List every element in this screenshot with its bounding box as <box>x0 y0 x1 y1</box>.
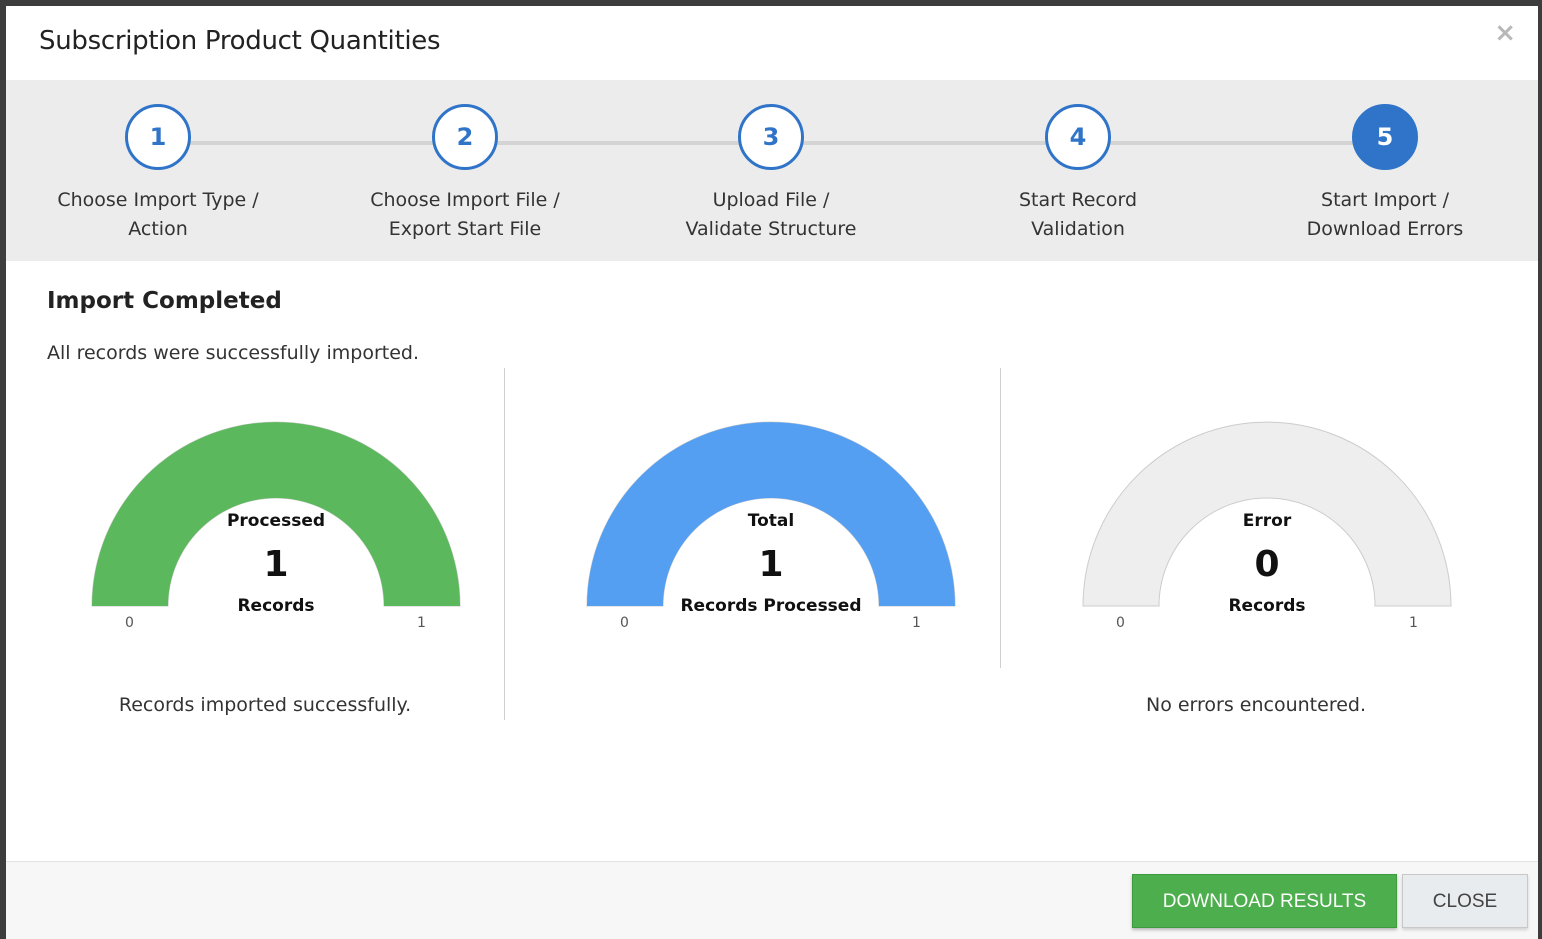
step-label: Choose Import File / Export Start File <box>370 189 560 240</box>
dialog-footer: DOWNLOAD RESULTS CLOSE <box>6 861 1538 939</box>
gauge-caption: Records imported successfully. <box>118 694 412 716</box>
gauge-unit: Records <box>237 596 315 616</box>
gauge-min-label: 0 <box>125 615 134 631</box>
wizard-steps: 1 Choose Import Type / Action 2 Choose I… <box>6 80 1538 261</box>
step-number-badge: 4 <box>1045 104 1111 170</box>
step-number-badge: 2 <box>432 104 498 170</box>
gauge-min-label: 0 <box>620 615 629 631</box>
import-dialog: Subscription Product Quantities × 1 Choo… <box>6 6 1538 939</box>
gauge-max-label: 1 <box>912 615 921 631</box>
gauge-title: Error <box>1242 511 1292 531</box>
gauge-unit: Records Processed <box>680 596 862 616</box>
step-label: Start Import / Download Errors <box>1306 189 1464 240</box>
download-results-button[interactable]: DOWNLOAD RESULTS <box>1132 874 1397 928</box>
gauge-divider <box>504 368 505 720</box>
step-number-badge-active: 5 <box>1352 104 1418 170</box>
step-number-badge: 1 <box>125 104 191 170</box>
step-label: Start Record Validation <box>1018 189 1138 240</box>
gauge-value: 1 <box>263 544 289 585</box>
gauge-value: 0 <box>1254 544 1280 585</box>
gauge-max-label: 1 <box>1409 615 1418 631</box>
gauge-divider <box>1000 368 1001 668</box>
gauge-title: Total <box>747 511 795 531</box>
close-button[interactable]: CLOSE <box>1402 874 1528 928</box>
gauge-min-label: 0 <box>1116 615 1125 631</box>
step-label: Choose Import Type / Action <box>57 189 259 240</box>
dialog-title: Subscription Product Quantities <box>39 26 441 56</box>
step-label: Upload File / Validate Structure <box>685 189 857 240</box>
gauge-caption: No errors encountered. <box>1145 694 1367 716</box>
gauge-max-label: 1 <box>417 615 426 631</box>
content-title: Import Completed <box>47 288 282 314</box>
close-icon[interactable]: × <box>1494 20 1516 46</box>
content-description: All records were successfully imported. <box>47 342 419 364</box>
gauge-value: 1 <box>758 544 784 585</box>
gauge-unit: Records <box>1228 596 1306 616</box>
dialog-header: Subscription Product Quantities × <box>6 6 1538 80</box>
gauge-title: Processed <box>226 511 326 531</box>
step-number-badge: 3 <box>738 104 804 170</box>
